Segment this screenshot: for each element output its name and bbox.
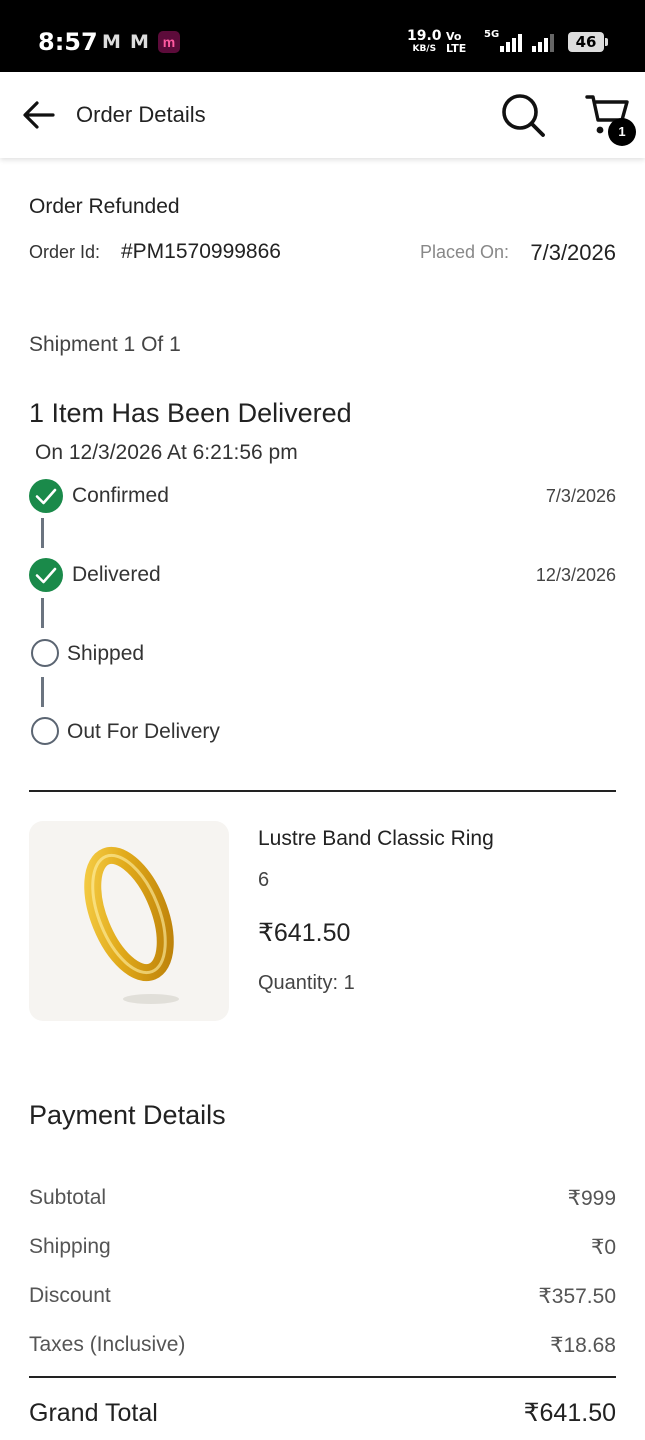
placed-on-value: 7/3/2026 [530,240,616,265]
order-id-value: #PM1570999866 [121,240,281,263]
pending-circle-icon [31,717,59,745]
app-bar: Order Details 1 [0,72,645,158]
signal-icon [532,32,554,52]
product-image[interactable] [29,821,229,1021]
timeline-connector [41,677,44,707]
product-price: ₹641.50 [258,919,351,947]
cart-count-badge: 1 [608,118,636,146]
timeline-step-label: Confirmed [72,484,169,507]
order-status: Order Refunded [29,195,180,218]
payment-details-title: Payment Details [29,1100,226,1130]
back-button[interactable] [20,96,58,134]
volte-indicator: Vo LTE [446,30,467,55]
status-time: 8:57 [38,28,98,56]
timeline-step-date: 12/3/2026 [535,565,616,585]
arrow-left-icon [23,101,55,129]
payment-row-value: ₹357.50 [538,1285,616,1308]
battery-icon: 46 [568,32,608,52]
total-divider [29,1376,616,1378]
section-divider [29,790,616,792]
timeline-step-date: 7/3/2026 [545,486,616,506]
timeline-connector [41,598,44,628]
timeline-step-label: Delivered [72,563,161,586]
payment-row-value: ₹0 [590,1236,616,1259]
gmail-notification-icon: M [102,31,121,53]
search-icon [502,94,545,137]
signal-icon [500,32,522,52]
status-bar: 8:57 M M m 19.0 KB/S Vo LTE 5G 46 [0,0,645,72]
check-circle-icon [29,479,63,513]
pending-circle-icon [31,639,59,667]
placed-on-label: Placed On: [419,242,509,262]
grand-total-value: ₹641.50 [523,1399,616,1427]
gmail-notification-icon: M [130,31,149,53]
app-notification-icon: m [158,31,180,53]
payment-row-value: ₹999 [567,1187,616,1210]
search-button[interactable] [500,92,546,138]
payment-row-label: Subtotal [29,1186,107,1209]
network-speed: 19.0 KB/S [407,28,442,54]
product-size: 6 [258,869,270,891]
network-type: 5G [484,29,500,40]
payment-row-label: Shipping [29,1235,111,1258]
page-title: Order Details [76,102,206,127]
timeline-step-label: Out For Delivery [67,720,220,743]
cart-button[interactable]: 1 [584,92,636,146]
payment-row-value: ₹18.68 [550,1334,616,1357]
payment-row-label: Taxes (Inclusive) [29,1333,186,1356]
delivery-heading: 1 Item Has Been Delivered [29,398,352,428]
product-name[interactable]: Lustre Band Classic Ring [258,827,494,851]
payment-row-label: Discount [29,1284,111,1307]
ring-icon [84,846,179,1004]
check-circle-icon [29,558,63,592]
order-id-label: Order Id: [29,242,101,262]
shipment-label: Shipment 1 Of 1 [29,333,181,356]
delivered-on-text: On 12/3/2026 At 6:21:56 pm [35,441,298,464]
grand-total-label: Grand Total [29,1399,158,1427]
timeline-step-label: Shipped [67,642,145,665]
product-quantity: Quantity: 1 [258,972,355,994]
timeline-connector [41,518,44,548]
